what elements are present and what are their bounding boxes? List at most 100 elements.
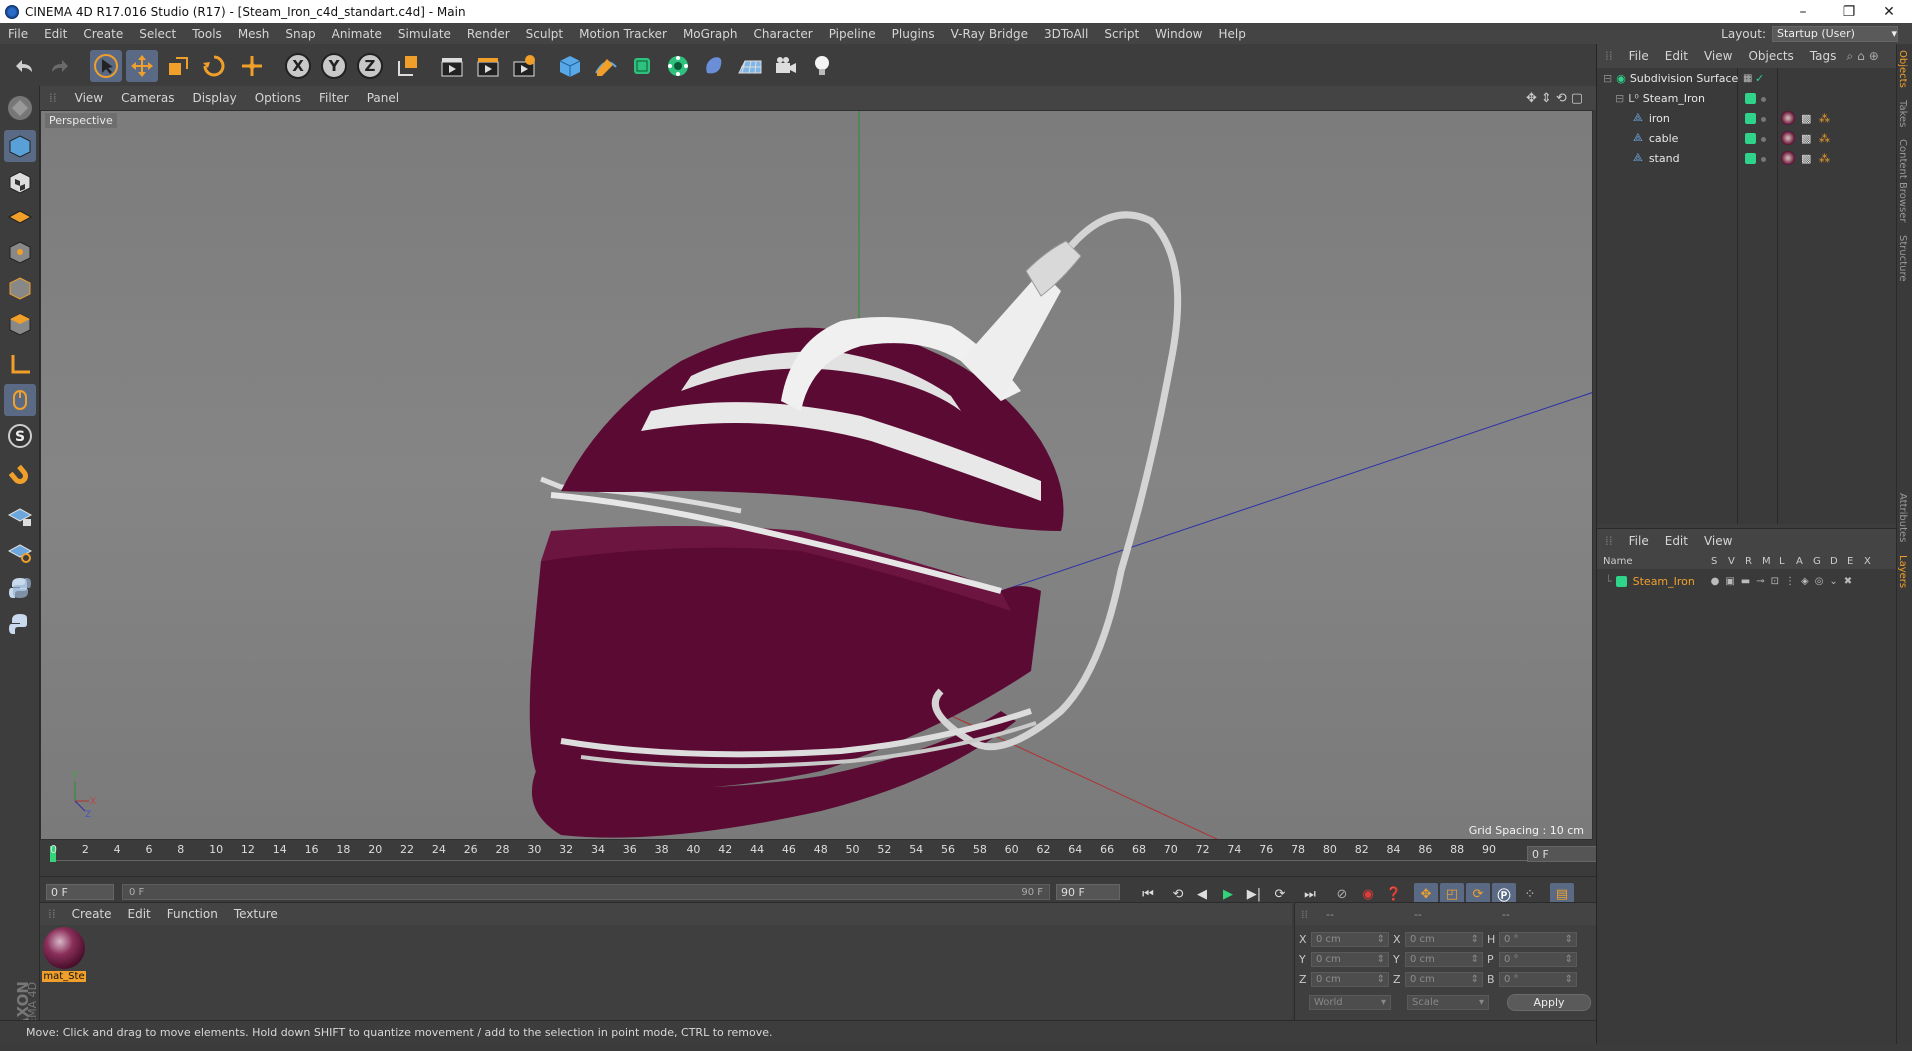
add-cube-button[interactable] — [554, 50, 586, 82]
add-cloner-button[interactable] — [662, 50, 694, 82]
polygons-mode-button[interactable] — [4, 308, 36, 340]
side-tab-content-browser[interactable]: Content Browser — [1897, 133, 1908, 228]
make-editable-button[interactable] — [4, 92, 36, 124]
add-light-button[interactable] — [806, 50, 838, 82]
layer-color-icon[interactable] — [1615, 575, 1627, 587]
snapping-button[interactable]: S — [4, 420, 36, 452]
visibility-dots-icon[interactable] — [1761, 152, 1766, 165]
object-row-stand[interactable]: ⟁ stand ▩ ⁂ — [1597, 148, 1897, 168]
y-axis-lock-button[interactable]: Y — [318, 50, 350, 82]
menu-file[interactable]: File — [0, 27, 36, 41]
viewport-navigation-icons[interactable]: ✥⇕⟲▢ — [1517, 91, 1596, 106]
object-row-iron[interactable]: ⟁ iron ▩ ⁂ — [1597, 108, 1897, 128]
rotation-b-field[interactable]: 0 ° ⇕ — [1499, 971, 1577, 987]
preview-range-slider[interactable]: 0 F 90 F — [122, 884, 1050, 900]
object-row-steam-iron[interactable]: ⊟ L⁰ Steam_Iron — [1597, 88, 1897, 108]
side-tab-structure[interactable]: Structure — [1897, 229, 1908, 288]
object-menu-edit[interactable]: Edit — [1657, 49, 1696, 63]
navigate-icon[interactable]: ⊕ — [1867, 49, 1881, 63]
workplane-mode-button[interactable] — [4, 200, 36, 232]
material-swatch[interactable]: mat_Ste — [42, 927, 86, 985]
layer-color-icon[interactable] — [1745, 152, 1756, 164]
add-subdivision-button[interactable] — [626, 50, 658, 82]
render-picture-viewer-button[interactable] — [472, 50, 504, 82]
magnet-tool-button[interactable] — [4, 460, 36, 492]
coordinate-system-button[interactable] — [392, 50, 424, 82]
workplane-lock-button[interactable] — [4, 500, 36, 532]
material-menu-texture[interactable]: Texture — [226, 907, 286, 921]
menu-3dtoall[interactable]: 3DToAll — [1036, 27, 1096, 41]
material-menu-edit[interactable]: Edit — [120, 907, 159, 921]
side-tab-attributes[interactable]: Attributes — [1897, 487, 1908, 548]
position-z-field[interactable]: 0 cm ⇕ — [1311, 971, 1389, 987]
axis-mode-button[interactable] — [4, 348, 36, 380]
phong-tag-icon[interactable]: ⁂ — [1819, 132, 1830, 145]
object-menu-objects[interactable]: Objects — [1740, 49, 1801, 63]
rotate-tool-button[interactable] — [198, 50, 230, 82]
collapse-icon[interactable]: ⊟ — [1615, 92, 1624, 105]
layer-color-icon[interactable] — [1745, 132, 1756, 144]
side-tab-layers[interactable]: Layers — [1897, 549, 1908, 594]
size-y-field[interactable]: 0 cm ⇕ — [1405, 951, 1483, 967]
layer-row-steam-iron[interactable]: └ Steam_Iron ●▣▬⊸⊡⋮◈◎⌄✖ — [1597, 571, 1897, 591]
live-selection-button[interactable] — [90, 50, 122, 82]
visibility-dots-icon[interactable] — [1761, 132, 1766, 145]
object-row-cable[interactable]: ⟁ cable ▩ ⁂ — [1597, 128, 1897, 148]
phong-tag-icon[interactable]: ⁂ — [1819, 152, 1830, 165]
visibility-dots-icon[interactable] — [1761, 112, 1766, 125]
layer-menu-file[interactable]: File — [1621, 534, 1657, 548]
render-view-button[interactable] — [436, 50, 468, 82]
menu-pipeline[interactable]: Pipeline — [821, 27, 884, 41]
side-tab-objects[interactable]: Objects — [1897, 44, 1908, 94]
menu-simulate[interactable]: Simulate — [390, 27, 459, 41]
workplane-align-button[interactable] — [4, 536, 36, 568]
material-menu-create[interactable]: Create — [64, 907, 120, 921]
material-menu-function[interactable]: Function — [159, 907, 226, 921]
uvw-tag-icon[interactable]: ▩ — [1801, 112, 1811, 125]
viewport-menu-view[interactable]: View — [66, 91, 112, 105]
render-settings-button[interactable] — [508, 50, 540, 82]
position-y-field[interactable]: 0 cm ⇕ — [1311, 951, 1389, 967]
menu-window[interactable]: Window — [1147, 27, 1210, 41]
enabled-check-icon[interactable]: ✓ — [1755, 72, 1764, 85]
layer-color-icon[interactable] — [1745, 112, 1756, 124]
points-mode-button[interactable] — [4, 236, 36, 268]
close-button[interactable]: ✕ — [1866, 0, 1912, 23]
size-mode-dropdown[interactable]: Scale ▾ — [1407, 995, 1489, 1010]
edges-mode-button[interactable] — [4, 272, 36, 304]
menu-create[interactable]: Create — [75, 27, 131, 41]
size-x-field[interactable]: 0 cm ⇕ — [1405, 931, 1483, 947]
menu-select[interactable]: Select — [131, 27, 184, 41]
rotation-h-field[interactable]: 0 ° ⇕ — [1499, 931, 1577, 947]
redo-button[interactable] — [44, 50, 76, 82]
layer-menu-edit[interactable]: Edit — [1657, 534, 1696, 548]
material-tag-icon[interactable] — [1781, 151, 1795, 165]
menu-plugins[interactable]: Plugins — [884, 27, 943, 41]
rotation-p-field[interactable]: 0 ° ⇕ — [1499, 951, 1577, 967]
menu-motion-tracker[interactable]: Motion Tracker — [571, 27, 675, 41]
side-tab-takes[interactable]: Takes — [1897, 94, 1908, 133]
search-icon[interactable]: ⌕ — [1844, 49, 1855, 64]
visibility-dots-icon[interactable] — [1761, 92, 1766, 105]
texture-mode-button[interactable] — [4, 166, 36, 198]
transform-tool-button[interactable] — [236, 50, 268, 82]
menu-help[interactable]: Help — [1210, 27, 1253, 41]
undo-button[interactable] — [8, 50, 40, 82]
object-row-subdivision[interactable]: ⊟ ◉ Subdivision Surface ▦ ✓ — [1597, 68, 1897, 88]
add-spline-button[interactable] — [590, 50, 622, 82]
menu-tools[interactable]: Tools — [184, 27, 230, 41]
object-menu-tags[interactable]: Tags — [1802, 49, 1845, 63]
viewport-menu-display[interactable]: Display — [183, 91, 245, 105]
layer-toggle-icons[interactable]: ●▣▬⊸⊡⋮◈◎⌄✖ — [1711, 576, 1859, 587]
x-axis-lock-button[interactable]: X — [282, 50, 314, 82]
viewport-menu-panel[interactable]: Panel — [358, 91, 408, 105]
uvw-tag-icon[interactable]: ▩ — [1801, 132, 1811, 145]
size-z-field[interactable]: 0 cm ⇕ — [1405, 971, 1483, 987]
object-menu-view[interactable]: View — [1696, 49, 1740, 63]
move-tool-button[interactable] — [126, 50, 158, 82]
menu-animate[interactable]: Animate — [324, 27, 390, 41]
menu-vray-bridge[interactable]: V-Ray Bridge — [943, 27, 1036, 41]
material-tag-icon[interactable] — [1781, 131, 1795, 145]
menu-sculpt[interactable]: Sculpt — [518, 27, 571, 41]
add-camera-button[interactable] — [770, 50, 802, 82]
